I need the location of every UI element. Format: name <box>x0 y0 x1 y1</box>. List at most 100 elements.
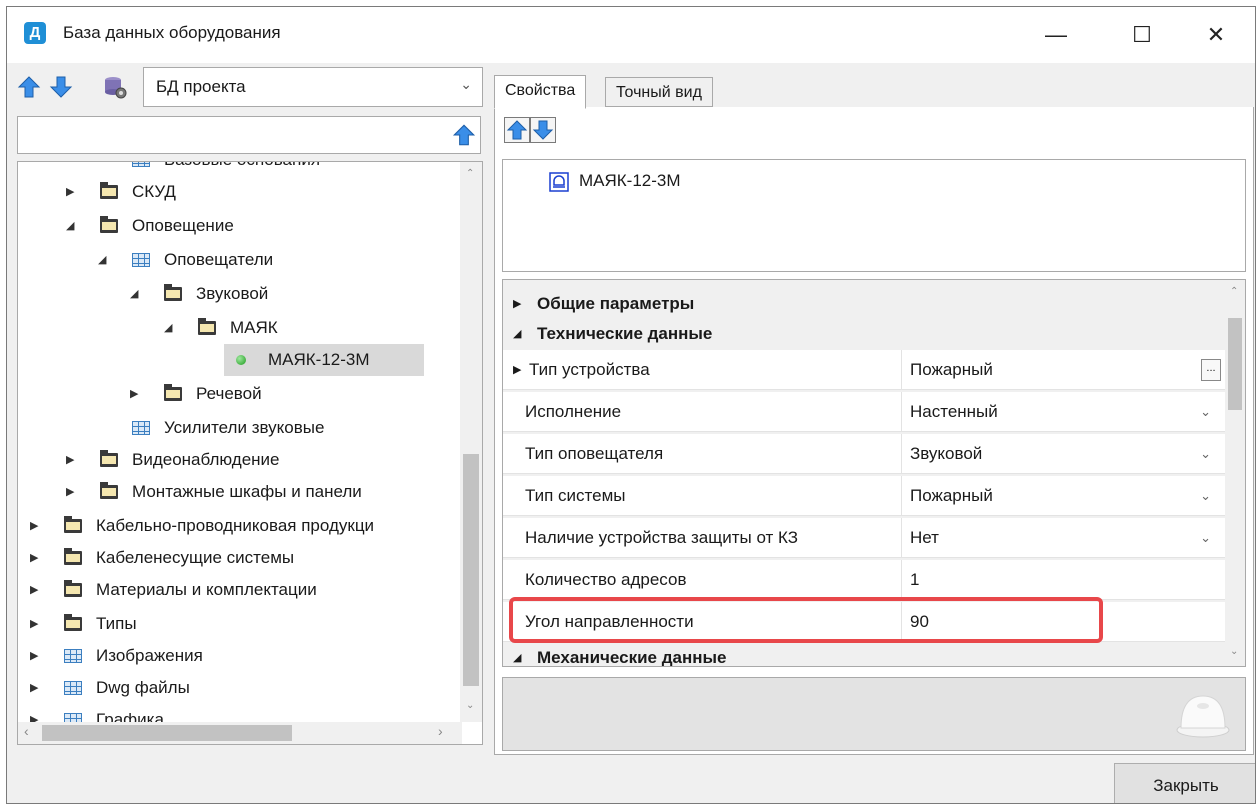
chevron-down-icon[interactable]: ⌄ <box>1200 434 1211 474</box>
tree-item-label: МАЯК <box>230 318 278 337</box>
scroll-right-icon[interactable]: › <box>438 723 443 739</box>
title-bar: Д База данных оборудования — ☐ ✕ <box>7 7 1255 63</box>
scroll-down-icon[interactable]: ⌄ <box>1230 646 1238 657</box>
expand-arrow-icon[interactable]: ▶ <box>513 290 521 318</box>
scroll-up-icon[interactable]: ⌃ <box>1230 286 1238 297</box>
move-up-icon[interactable] <box>504 117 530 143</box>
property-dropdown[interactable]: Пожарный ⌄ <box>901 476 1225 515</box>
collapse-arrow-icon[interactable]: ◢ <box>513 320 521 348</box>
equipment-database-window: Д База данных оборудования — ☐ ✕ БД прое… <box>6 6 1256 804</box>
tree-item-label: Звуковой <box>196 284 269 303</box>
property-name: Тип устройства <box>529 360 650 379</box>
property-dropdown[interactable]: Нет ⌄ <box>901 518 1225 557</box>
tree-item-label: Видеонаблюдение <box>132 450 280 469</box>
chevron-down-icon[interactable]: ⌄ <box>1200 518 1211 558</box>
database-select-value: БД проекта <box>156 77 246 96</box>
tree-scroll-thumb[interactable] <box>463 454 479 686</box>
folder-open-icon <box>100 216 118 233</box>
folder-icon <box>100 182 118 199</box>
folder-icon <box>164 384 182 401</box>
property-row[interactable]: Исполнение Настенный ⌄ <box>503 392 1225 432</box>
tab-properties[interactable]: Свойства <box>494 75 587 109</box>
tree-vertical-scrollbar[interactable]: ⌃ ⌄ <box>460 162 482 722</box>
category-label: Механические данные <box>537 648 727 667</box>
tree-item-label: Речевой <box>196 384 262 403</box>
property-row[interactable]: ▶ Тип устройства Пожарный ... <box>503 350 1225 390</box>
property-row[interactable]: Тип системы Пожарный ⌄ <box>503 476 1225 516</box>
collapse-arrow-icon[interactable]: ◢ <box>130 278 142 310</box>
property-value: Звуковой <box>910 444 983 463</box>
expand-arrow-icon[interactable]: ▶ <box>30 574 42 606</box>
property-row[interactable]: Наличие устройства защиты от КЗ Нет ⌄ <box>503 518 1225 558</box>
category-technical[interactable]: ◢ Технические данные <box>503 320 1225 348</box>
table-icon <box>64 649 82 663</box>
expand-arrow-icon[interactable]: ▶ <box>66 444 78 476</box>
tree-item-label: СКУД <box>132 182 176 201</box>
tree-horizontal-scrollbar[interactable]: ‹ › <box>18 722 462 744</box>
expand-arrow-icon[interactable]: ▶ <box>30 510 42 542</box>
expand-arrow-icon[interactable]: ▶ <box>513 350 521 390</box>
collapse-arrow-icon[interactable]: ◢ <box>164 312 176 344</box>
property-dropdown[interactable]: Настенный ⌄ <box>901 392 1225 431</box>
expand-arrow-icon[interactable]: ▶ <box>30 542 42 574</box>
property-value: Нет <box>910 528 939 547</box>
equipment-tree[interactable]: Базовые основания ▶ СКУД ◢ Оповещение ◢ … <box>17 161 483 745</box>
property-row[interactable]: Количество адресов 1 <box>503 560 1225 600</box>
collapse-arrow-icon[interactable]: ◢ <box>98 244 110 276</box>
collapse-arrow-icon[interactable]: ◢ <box>66 210 78 242</box>
category-general[interactable]: ▶ Общие параметры <box>503 290 1225 318</box>
tab-exact-view[interactable]: Точный вид <box>605 77 713 107</box>
app-icon: Д <box>24 22 46 44</box>
move-down-icon[interactable] <box>49 75 73 99</box>
tree-hscroll-thumb[interactable] <box>42 725 292 741</box>
minimize-button[interactable]: — <box>1033 15 1079 55</box>
expand-arrow-icon[interactable]: ▶ <box>66 476 78 508</box>
property-grid-scrollbar[interactable]: ⌃ ⌄ <box>1225 280 1245 666</box>
chevron-down-icon[interactable]: ⌄ <box>1200 392 1211 432</box>
move-down-icon[interactable] <box>530 117 556 143</box>
category-label: Технические данные <box>537 324 713 343</box>
property-value-cell[interactable]: Пожарный ... <box>901 350 1225 389</box>
category-mechanical[interactable]: ◢ Механические данные <box>503 644 1225 667</box>
expand-arrow-icon[interactable]: ▶ <box>30 672 42 704</box>
close-button[interactable]: Закрыть <box>1114 763 1255 803</box>
property-value: Настенный <box>910 402 998 421</box>
maximize-button[interactable]: ☐ <box>1119 15 1165 55</box>
tree-item-label: МАЯК-12-3М <box>268 350 370 369</box>
highlight-annotation <box>509 597 1103 643</box>
scroll-down-icon[interactable]: ⌄ <box>466 700 474 711</box>
scroll-up-icon[interactable]: ⌃ <box>466 168 474 179</box>
tree-item-label: Материалы и комплектации <box>96 580 317 599</box>
tree-item-label: Монтажные шкафы и панели <box>132 482 362 501</box>
search-input[interactable] <box>17 116 481 154</box>
expand-arrow-icon[interactable]: ▶ <box>66 176 78 208</box>
property-row[interactable]: Тип оповещателя Звуковой ⌄ <box>503 434 1225 474</box>
expand-arrow-icon[interactable]: ▶ <box>30 608 42 640</box>
folder-icon <box>100 482 118 499</box>
property-dropdown[interactable]: Звуковой ⌄ <box>901 434 1225 473</box>
move-up-icon[interactable] <box>17 75 41 99</box>
folder-open-icon <box>164 284 182 301</box>
tree-item-label: Усилители звуковые <box>164 418 325 437</box>
folder-icon <box>64 580 82 597</box>
device-name[interactable]: МАЯК-12-3М <box>579 171 681 191</box>
tree-item-label: Оповещатели <box>164 250 274 269</box>
scroll-left-icon[interactable]: ‹ <box>24 723 29 739</box>
close-window-button[interactable]: ✕ <box>1193 15 1239 55</box>
navigate-up-icon[interactable] <box>451 122 477 148</box>
selected-devices-list[interactable]: МАЯК-12-3М <box>502 159 1246 272</box>
property-grid-scroll-thumb[interactable] <box>1228 318 1242 410</box>
tree-item-selected[interactable]: МАЯК-12-3М <box>224 344 424 376</box>
expand-arrow-icon[interactable]: ▶ <box>130 378 142 410</box>
collapse-arrow-icon[interactable]: ◢ <box>513 644 521 666</box>
database-select[interactable]: БД проекта ⌄ <box>143 67 483 107</box>
tree-item-label: Dwg файлы <box>96 678 190 697</box>
ellipsis-button[interactable]: ... <box>1201 359 1221 381</box>
chevron-down-icon[interactable]: ⌄ <box>1200 476 1211 516</box>
tree-item-label: Базовые основания <box>164 162 320 176</box>
tree-item-label: Оповещение <box>132 216 234 235</box>
database-settings-icon[interactable] <box>103 75 127 99</box>
table-icon <box>132 253 150 267</box>
property-value-cell[interactable]: 1 <box>901 560 1225 599</box>
expand-arrow-icon[interactable]: ▶ <box>30 640 42 672</box>
